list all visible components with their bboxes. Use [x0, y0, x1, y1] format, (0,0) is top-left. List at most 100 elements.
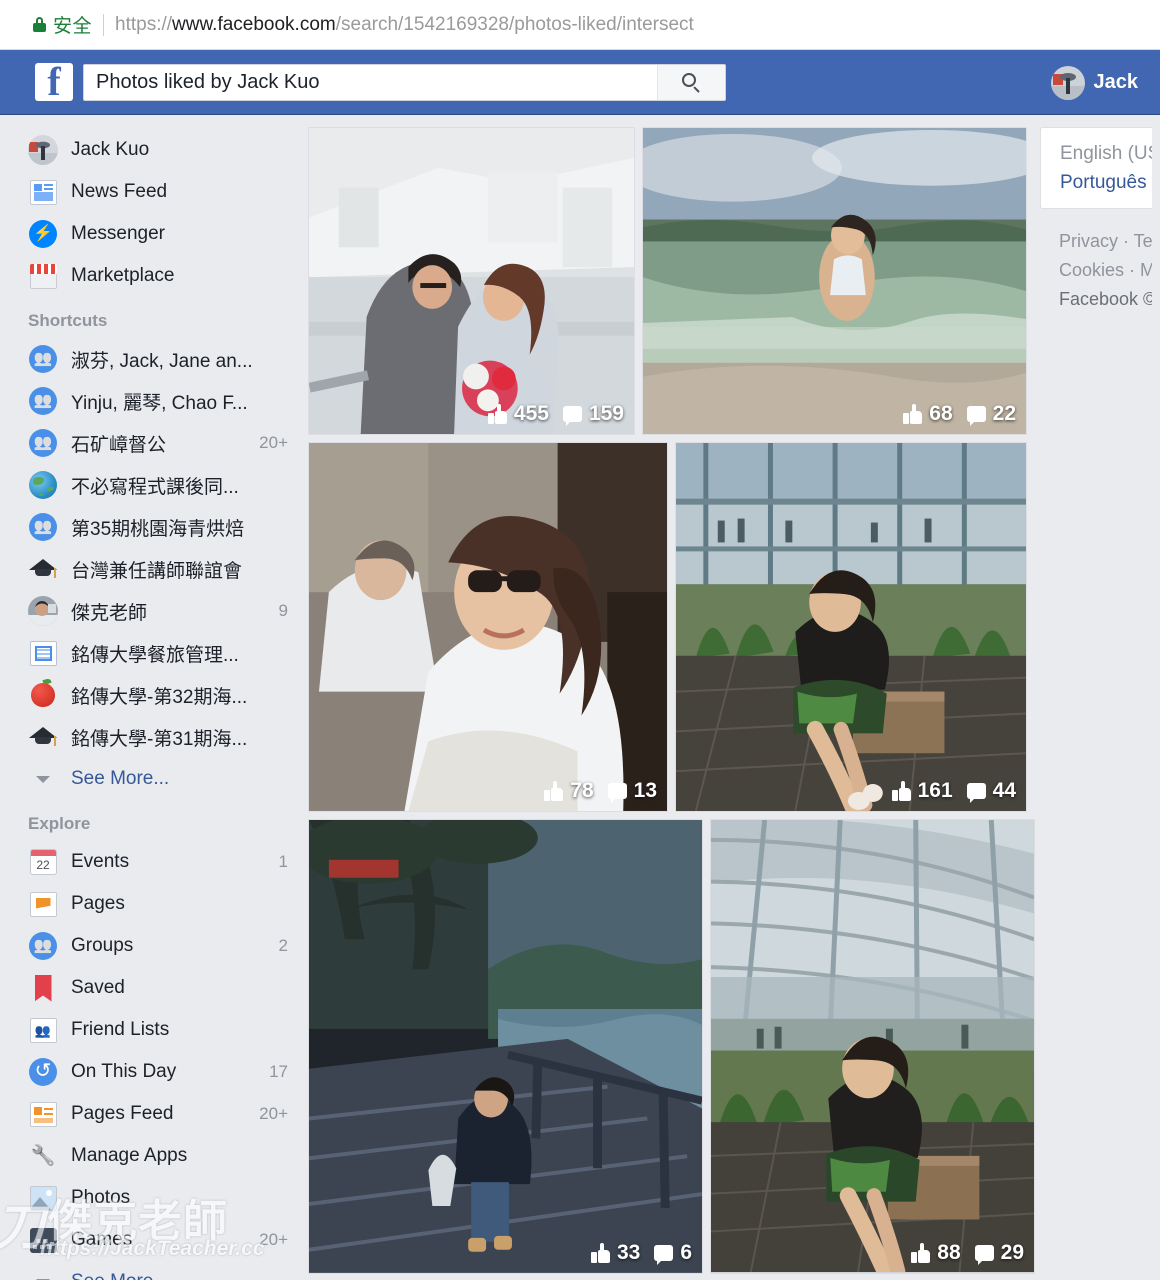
thumbs-up-icon: [911, 1242, 931, 1263]
like-stat: 68: [903, 402, 953, 426]
photo-tile-wedding-couple-on-yacht[interactable]: 455 159: [308, 127, 635, 435]
apple-icon: [28, 680, 58, 710]
photo-stats: 33 6: [590, 1241, 692, 1265]
pages-icon: [28, 889, 58, 919]
search-input[interactable]: [84, 64, 657, 100]
language-selector[interactable]: English (US) Português (: [1040, 127, 1152, 209]
like-count: 33: [616, 1241, 641, 1264]
sidebar-item-photos[interactable]: Photos: [0, 1177, 300, 1219]
chevron-down-icon: [28, 764, 58, 794]
sidebar-shortcut-5[interactable]: 台灣兼任講師聯誼會: [0, 548, 300, 590]
shortcut-badge: 9: [278, 601, 288, 620]
footer-line-privacy[interactable]: Privacy · Te: [1059, 227, 1152, 256]
sidebar-item-pages[interactable]: Pages: [0, 883, 300, 925]
sidebar-item-profile[interactable]: Jack Kuo: [0, 129, 300, 171]
sidebar-item-marketplace[interactable]: Marketplace: [0, 255, 300, 297]
sidebar-item-label: News Feed: [71, 181, 168, 202]
left-sidebar[interactable]: Jack Kuo News Feed Messenger Marketplace…: [0, 115, 300, 1280]
photo-image: [309, 128, 634, 434]
secure-label: 安全: [53, 16, 93, 37]
sidebar-shortcut-0[interactable]: 淑芬, Jack, Jane an...: [0, 338, 300, 380]
page-avatar-image: [28, 596, 58, 626]
sidebar-item-saved[interactable]: Saved: [0, 967, 300, 1009]
see-more-shortcuts-button[interactable]: See More...: [0, 758, 300, 800]
footer-links: Privacy · Te Cookies · M Facebook ©: [1040, 209, 1152, 314]
like-count: 161: [917, 779, 953, 802]
thumbs-up-icon: [891, 780, 911, 801]
avatar-image: [28, 135, 58, 165]
page-body: Jack Kuo News Feed Messenger Marketplace…: [0, 115, 1160, 1280]
facebook-top-bar: f Jack: [0, 50, 1160, 115]
shortcut-label: 石矿嶂督公: [71, 434, 167, 456]
photo-tile-woman-with-sunglasses-white-shirt[interactable]: 78 13: [308, 442, 668, 812]
language-option-english[interactable]: English (US): [1060, 139, 1152, 168]
comment-icon: [654, 1245, 674, 1265]
sidebar-item-groups[interactable]: Groups 2: [0, 925, 300, 967]
footer-line-cookies[interactable]: Cookies · M: [1059, 256, 1152, 285]
shortcut-label: 傑克老師: [71, 602, 148, 624]
explore-label: Friend Lists: [71, 1019, 170, 1040]
photos-icon: [28, 1183, 58, 1213]
comment-icon: [974, 1245, 994, 1265]
like-stat: 455: [487, 402, 549, 426]
sidebar-item-label: Messenger: [71, 223, 165, 244]
groups-icon: [28, 931, 58, 961]
friend-lists-icon: [28, 1015, 58, 1045]
search-button[interactable]: [657, 64, 725, 100]
photo-image: [309, 443, 667, 811]
page-avatar-icon: [28, 596, 58, 626]
explore-label: Pages Feed: [71, 1103, 174, 1124]
photo-tile-woman-in-ocean-waves[interactable]: 68 22: [642, 127, 1027, 435]
thumbs-up-icon: [544, 780, 564, 801]
graduation-cap-icon: [28, 722, 58, 752]
games-icon: [28, 1225, 58, 1255]
sidebar-shortcut-8[interactable]: 銘傳大學-第32期海...: [0, 674, 300, 716]
comment-count: 6: [680, 1241, 692, 1264]
graduation-cap-icon: [28, 554, 58, 584]
url-bar-content[interactable]: 安全 https://www.facebook.com/search/15421…: [33, 11, 694, 38]
sidebar-shortcut-2[interactable]: 石矿嶂督公 20+: [0, 422, 300, 464]
sidebar-item-pages-feed[interactable]: Pages Feed 20+: [0, 1093, 300, 1135]
sidebar-shortcut-6[interactable]: 傑克老師 9: [0, 590, 300, 632]
photo-stats: 161 44: [891, 779, 1016, 803]
search-box[interactable]: [83, 63, 726, 101]
photo-tile-man-on-lakeside-boardwalk[interactable]: 33 6: [308, 819, 703, 1274]
shortcut-badge: 20+: [259, 433, 288, 452]
comment-icon: [562, 406, 582, 426]
search-icon: [682, 72, 701, 93]
comment-stat: 44: [966, 779, 1016, 803]
sidebar-item-messenger[interactable]: Messenger: [0, 213, 300, 255]
sidebar-shortcut-9[interactable]: 銘傳大學-第31期海...: [0, 716, 300, 758]
sidebar-item-games[interactable]: Games 20+: [0, 1219, 300, 1261]
thumbs-up-icon: [590, 1242, 610, 1263]
sidebar-shortcut-1[interactable]: Yinju, 麗琴, Chao F...: [0, 380, 300, 422]
sidebar-shortcut-7[interactable]: 銘傳大學餐旅管理...: [0, 632, 300, 674]
sidebar-shortcut-3[interactable]: 不必寫程式課後同...: [0, 464, 300, 506]
sidebar-item-news-feed[interactable]: News Feed: [0, 171, 300, 213]
photo-tile-woman-in-glass-dome-garden[interactable]: 88 29: [710, 819, 1035, 1274]
like-count: 68: [929, 402, 953, 425]
sidebar-item-events[interactable]: 22 Events 1: [0, 841, 300, 883]
photo-image: [676, 443, 1026, 811]
explore-label: Saved: [71, 977, 125, 998]
facebook-logo-icon[interactable]: f: [35, 59, 73, 104]
sidebar-shortcut-4[interactable]: 第35期桃園海青烘焙: [0, 506, 300, 548]
photo-tile-woman-seated-in-greenhouse[interactable]: 161 44: [675, 442, 1027, 812]
like-stat: 161: [891, 779, 953, 803]
sidebar-item-on-this-day[interactable]: On This Day 17: [0, 1051, 300, 1093]
explore-badge: 1: [278, 852, 288, 871]
sidebar-profile-label: Jack Kuo: [71, 139, 150, 160]
browser-url-bar[interactable]: 安全 https://www.facebook.com/search/15421…: [0, 0, 1160, 50]
photo-row: 455 159 68 22: [308, 127, 1040, 435]
comment-icon: [607, 783, 627, 803]
comment-stat: 22: [966, 402, 1016, 426]
see-more-explore-button[interactable]: See More...: [0, 1261, 300, 1280]
shortcut-label: 不必寫程式課後同...: [71, 476, 239, 498]
sidebar-item-friend-lists[interactable]: Friend Lists: [0, 1009, 300, 1051]
language-option-portuguese[interactable]: Português (: [1060, 168, 1152, 197]
photo-image: [643, 128, 1026, 434]
sidebar-item-manage-apps[interactable]: Manage Apps: [0, 1135, 300, 1177]
comment-stat: 6: [654, 1241, 692, 1265]
user-menu-button[interactable]: Jack: [1050, 50, 1138, 115]
explore-badge: 20+: [259, 1230, 288, 1249]
